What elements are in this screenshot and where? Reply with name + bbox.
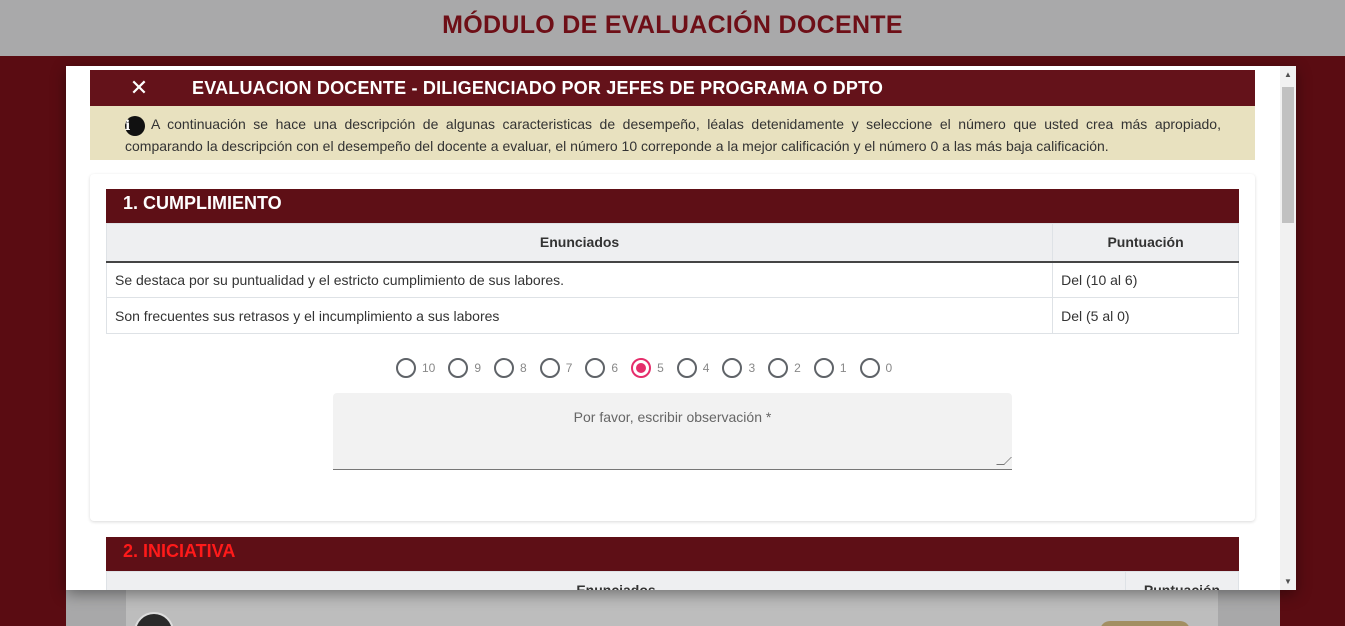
score-option-7[interactable]: 7: [539, 358, 573, 378]
score-option-2[interactable]: 2: [768, 358, 801, 378]
score-option-label: 0: [885, 361, 893, 375]
background-card: [126, 584, 1218, 626]
section-title-text: 1. CUMPLIMIENTO: [123, 193, 282, 213]
background-badge: [1100, 621, 1190, 626]
score-option-4[interactable]: 4: [676, 358, 710, 378]
score-option-label: 9: [474, 361, 482, 375]
modal-body: ✕ EVALUACION DOCENTE - DILIGENCIADO POR …: [66, 66, 1280, 590]
scroll-up-arrow-icon[interactable]: ▲: [1280, 66, 1296, 83]
score-radio-group: 10 9 8 7 6 5 4 3 2 1 0: [396, 358, 892, 380]
statement-cell: Son frecuentes sus retrasos y el incumpl…: [105, 297, 1054, 334]
score-option-label: 8: [520, 361, 527, 375]
instructions-box: iA continuación se hace una descripción …: [90, 106, 1255, 160]
table-row: Son frecuentes sus retrasos y el incumpl…: [105, 297, 1239, 334]
radio-button[interactable]: [396, 358, 416, 378]
radio-button[interactable]: [813, 358, 834, 378]
column-header: Enunciados: [105, 571, 1127, 590]
score-option-10[interactable]: 10: [396, 358, 435, 378]
statements-table: Enunciados Puntuación Se destaca por su …: [105, 223, 1239, 334]
close-icon[interactable]: ✕: [126, 74, 152, 102]
modal-header: ✕ EVALUACION DOCENTE - DILIGENCIADO POR …: [90, 70, 1255, 106]
section-title: 1. CUMPLIMIENTO: [106, 189, 1239, 223]
column-header: Puntuación: [1052, 223, 1239, 263]
radio-button[interactable]: [494, 358, 515, 378]
modal-title: EVALUACION DOCENTE - DILIGENCIADO POR JE…: [192, 78, 884, 98]
column-header: Puntuación: [1125, 571, 1239, 590]
score-option-label: 10: [422, 361, 436, 375]
radio-button[interactable]: [585, 358, 606, 378]
table-header-row: Enunciados Puntuación: [105, 223, 1239, 263]
evaluation-modal: ✕ EVALUACION DOCENTE - DILIGENCIADO POR …: [66, 66, 1296, 590]
score-option-6[interactable]: 6: [585, 358, 618, 378]
score-option-label: 3: [748, 361, 756, 375]
column-header: Enunciados: [105, 223, 1054, 263]
table-row: Se destaca por su puntualidad y el estri…: [105, 261, 1239, 298]
score-option-1[interactable]: 1: [813, 358, 847, 378]
score-option-0[interactable]: 0: [859, 358, 893, 378]
score-option-3[interactable]: 3: [722, 358, 755, 378]
info-icon: i: [125, 116, 145, 136]
score-option-8[interactable]: 8: [494, 358, 527, 378]
radio-button[interactable]: [631, 358, 652, 378]
radio-button[interactable]: [539, 358, 560, 378]
observation-placeholder: Por favor, escribir observación *: [573, 409, 772, 425]
top-bar: MÓDULO DE EVALUACIÓN DOCENTE: [0, 0, 1345, 56]
score-option-label: 7: [565, 361, 573, 375]
score-option-9[interactable]: 9: [448, 358, 481, 378]
section-title-text: 2. INICIATIVA: [123, 541, 236, 561]
observation-field[interactable]: Por favor, escribir observación *: [333, 393, 1012, 470]
radio-button[interactable]: [859, 358, 880, 378]
score-option-5[interactable]: 5: [631, 358, 664, 378]
radio-button[interactable]: [722, 358, 743, 378]
resize-handle-icon[interactable]: [996, 457, 1012, 465]
scroll-down-arrow-icon[interactable]: ▼: [1280, 573, 1296, 590]
page-title: MÓDULO DE EVALUACIÓN DOCENTE: [442, 11, 903, 39]
statement-cell: Se destaca por su puntualidad y el estri…: [105, 261, 1054, 298]
modal-scrollbar[interactable]: ▲ ▼: [1280, 66, 1296, 590]
score-option-label: 6: [611, 361, 619, 375]
score-option-label: 1: [839, 361, 847, 375]
radio-button[interactable]: [676, 358, 697, 378]
table-header-row: Enunciados Puntuación: [105, 571, 1239, 590]
score-option-label: 4: [702, 361, 710, 375]
section-card-cumplimiento: 1. CUMPLIMIENTO Enunciados Puntuación Se…: [90, 174, 1255, 521]
radio-button[interactable]: [448, 358, 469, 378]
radio-button[interactable]: [768, 358, 789, 378]
statements-table-iniciativa: Enunciados Puntuación: [105, 571, 1239, 590]
score-range-cell: Del (5 al 0): [1052, 297, 1239, 334]
instructions-text: A continuación se hace una descripción d…: [125, 116, 1221, 154]
score-range-cell: Del (10 al 6): [1052, 261, 1239, 298]
score-option-label: 5: [657, 361, 664, 375]
score-option-label: 2: [794, 361, 801, 375]
section-title-iniciativa: 2. INICIATIVA: [106, 537, 1239, 571]
scroll-thumb[interactable]: [1282, 87, 1294, 223]
